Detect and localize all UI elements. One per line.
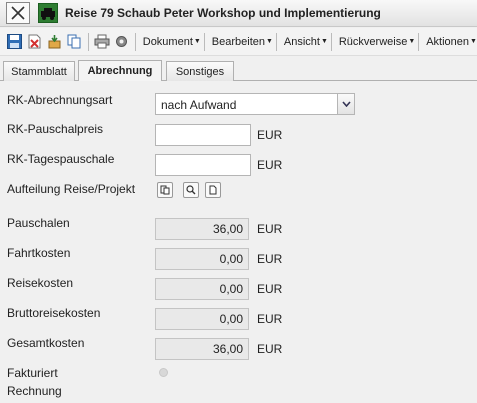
menu-ansicht[interactable]: Ansicht ▼ <box>284 36 328 48</box>
settings-icon[interactable] <box>112 32 132 52</box>
copy-split-icon[interactable] <box>157 182 173 198</box>
aufteilung-label: Aufteilung Reise/Projekt <box>7 182 136 196</box>
menu-label: Aktionen <box>426 35 470 48</box>
menu-label: Dokument <box>142 35 193 48</box>
menu-label: Bearbeiten <box>211 35 265 48</box>
dropdown-arrow-icon: ▼ <box>266 38 273 45</box>
travel-app-icon <box>38 3 58 23</box>
toolbar-separator <box>134 32 136 51</box>
pauschalen-field: 36,00 <box>155 218 249 240</box>
pauschalen-label: Pauschalen <box>7 216 70 230</box>
title-bar: Reise 79 Schaub Peter Workshop und Imple… <box>0 0 477 27</box>
close-icon[interactable] <box>6 2 30 24</box>
tab-stammblatt[interactable]: Stammblatt <box>3 61 75 81</box>
toolbar-separator <box>418 32 420 51</box>
menu-dokument[interactable]: Dokument ▼ <box>143 36 201 48</box>
fakturiert-label: Fakturiert <box>7 366 58 380</box>
rechnung-label: Rechnung <box>7 384 62 398</box>
toolbar: Dokument ▼ Bearbeiten ▼ Ansicht ▼ Rückverwe… <box>0 28 477 56</box>
save-icon[interactable] <box>4 32 24 52</box>
pauschalpreis-input[interactable] <box>155 124 251 146</box>
abrechnungsart-select[interactable]: nach Aufwand <box>155 93 355 115</box>
abrechnungsart-label: RK-Abrechnungsart <box>7 93 113 107</box>
fakturiert-checkbox[interactable] <box>159 368 168 377</box>
gesamtkosten-unit: EUR <box>257 342 283 356</box>
toolbar-separator <box>330 32 332 51</box>
tagespauschale-input[interactable] <box>155 154 251 176</box>
dropdown-arrow-icon: ▼ <box>193 38 201 45</box>
dropdown-arrow-icon: ▼ <box>470 38 477 45</box>
tab-abrechnung[interactable]: Abrechnung <box>78 60 162 81</box>
tab-bar: Stammblatt Abrechnung Sonstiges <box>0 60 477 81</box>
toolbar-separator <box>275 32 277 51</box>
export-icon[interactable] <box>44 32 64 52</box>
fahrtkosten-unit: EUR <box>257 252 283 266</box>
bruttoreisekosten-label: Bruttoreisekosten <box>7 306 101 320</box>
toolbar-separator <box>203 32 205 51</box>
menu-label: Rückverweise <box>338 35 408 48</box>
menu-aktionen[interactable]: Aktionen ▼ <box>426 36 477 48</box>
dropdown-arrow-icon: ▼ <box>408 38 416 45</box>
menu-rueckverweise[interactable]: Rückverweise ▼ <box>339 36 415 48</box>
gesamtkosten-label: Gesamtkosten <box>7 336 85 350</box>
menu-bearbeiten[interactable]: Bearbeiten ▼ <box>212 36 273 48</box>
reisekosten-label: Reisekosten <box>7 276 74 290</box>
pauschalen-unit: EUR <box>257 222 283 236</box>
search-icon[interactable] <box>183 182 199 198</box>
toolbar-separator <box>87 32 89 51</box>
new-document-icon[interactable] <box>205 182 221 198</box>
bruttoreisekosten-field: 0,00 <box>155 308 249 330</box>
fahrtkosten-label: Fahrtkosten <box>7 246 71 260</box>
fahrtkosten-field: 0,00 <box>155 248 249 270</box>
reisekosten-unit: EUR <box>257 282 283 296</box>
tagespauschale-label: RK-Tagespauschale <box>7 152 115 166</box>
pauschalpreis-label: RK-Pauschalpreis <box>7 122 104 136</box>
delete-icon[interactable] <box>24 32 44 52</box>
pauschalpreis-unit: EUR <box>257 128 283 142</box>
gesamtkosten-field: 36,00 <box>155 338 249 360</box>
bruttoreisekosten-unit: EUR <box>257 312 283 326</box>
copy-icon[interactable] <box>64 32 84 52</box>
abrechnungsart-value: nach Aufwand <box>161 98 237 112</box>
reisekosten-field: 0,00 <box>155 278 249 300</box>
tab-sonstiges[interactable]: Sonstiges <box>166 61 234 81</box>
dropdown-arrow-icon: ▼ <box>320 38 328 45</box>
tagespauschale-unit: EUR <box>257 158 283 172</box>
window-title: Reise 79 Schaub Peter Workshop und Imple… <box>65 6 381 20</box>
menu-label: Ansicht <box>283 35 320 48</box>
print-icon[interactable] <box>92 32 112 52</box>
chevron-down-icon[interactable] <box>337 94 354 114</box>
